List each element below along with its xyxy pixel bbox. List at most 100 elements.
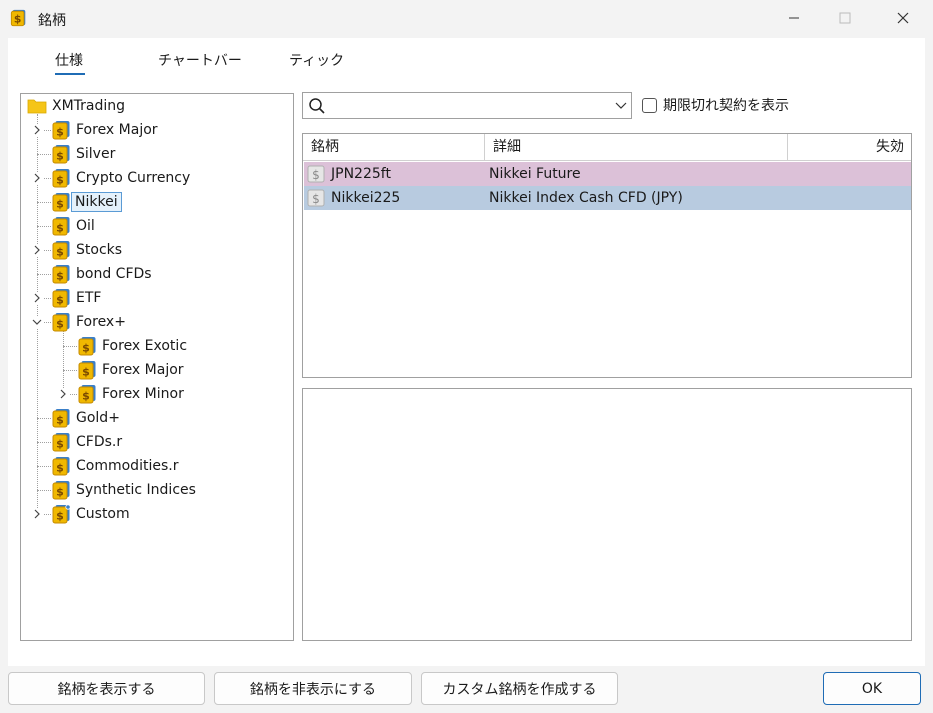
table-header: 銘柄 詳細 失効 (303, 134, 911, 161)
window-title: 銘柄 (38, 13, 66, 29)
table-row[interactable]: $ JPN225ft Nikkei Future (304, 162, 911, 186)
expand-icon[interactable] (31, 124, 43, 136)
svg-text:$: $ (312, 192, 320, 206)
tree-item[interactable]: $ Forex Minor (77, 382, 187, 406)
symbol-table[interactable]: 銘柄 詳細 失効 $ JPN225ft Nikkei Future $ Nikkei22… (302, 133, 912, 378)
tree-item-label: CFDs.r (76, 434, 123, 450)
svg-text:$: $ (56, 462, 64, 475)
tree-item[interactable]: $ Commodities.r (51, 454, 181, 478)
symbol-group-icon: $ (77, 336, 97, 356)
symbol-detail-panel (302, 388, 912, 641)
svg-text:$: $ (56, 294, 64, 307)
tab-ticks[interactable]: ティック (289, 50, 344, 70)
tree-guide-line (37, 226, 51, 227)
table-row[interactable]: $ Nikkei225 Nikkei Index Cash CFD (JPY) (304, 186, 911, 210)
tree-item-label: Forex+ (76, 314, 126, 330)
symbol-group-icon: $ (51, 288, 71, 308)
tree-item-label: Stocks (76, 242, 123, 258)
tree-item[interactable]: $ Oil (51, 214, 98, 238)
tree-item[interactable]: $ Gold+ (51, 406, 123, 430)
close-button[interactable] (880, 0, 926, 36)
symbol-group-icon: $ (51, 120, 71, 140)
custom-symbol-group-icon: $ (51, 504, 71, 524)
symbol-cell: JPN225ft (331, 166, 391, 182)
tree-item[interactable]: $ Forex+ (51, 310, 129, 334)
tree-item-label: Oil (76, 218, 95, 234)
search-icon (309, 98, 325, 114)
symbol-icon: $ (307, 189, 325, 211)
expand-icon[interactable] (57, 388, 69, 400)
symbol-tree[interactable]: XMTrading $ Forex Major $ Silver $ Crypto Curr… (20, 93, 294, 641)
symbol-group-icon: $ (51, 408, 71, 428)
column-header-expiry[interactable]: 失効 (788, 134, 904, 161)
svg-text:$: $ (56, 486, 64, 499)
show-expired-option[interactable]: 期限切れ契約を表示 (642, 95, 789, 115)
tree-root[interactable]: XMTrading (27, 94, 128, 118)
title-bar: $ 銘柄 (0, 0, 933, 38)
tree-item[interactable]: $ Forex Major (77, 358, 187, 382)
search-input[interactable] (331, 95, 611, 116)
tree-guide-line (37, 274, 51, 275)
tree-item[interactable]: $ ETF (51, 286, 104, 310)
active-tab-indicator (55, 73, 85, 75)
tree-item-label: Silver (76, 146, 116, 162)
symbol-group-icon: $ (51, 144, 71, 164)
svg-text:$: $ (56, 414, 64, 427)
search-combobox[interactable] (302, 92, 632, 119)
hide-symbol-button[interactable]: 銘柄を非表示にする (214, 672, 412, 705)
tree-item-label: Synthetic Indices (76, 482, 196, 498)
show-symbol-button[interactable]: 銘柄を表示する (8, 672, 205, 705)
tree-item[interactable]: $ Crypto Currency (51, 166, 193, 190)
tree-item[interactable]: $ Forex Exotic (77, 334, 190, 358)
tree-root-label: XMTrading (52, 98, 126, 114)
column-header-description[interactable]: 詳細 (485, 134, 521, 161)
expand-icon[interactable] (31, 244, 43, 256)
tree-item-label: Forex Major (76, 122, 158, 138)
tree-item-label: Gold+ (76, 410, 120, 426)
close-icon (897, 12, 909, 24)
svg-text:$: $ (82, 390, 90, 403)
maximize-button[interactable] (822, 0, 868, 36)
tree-item[interactable]: $ Stocks (51, 238, 125, 262)
tree-item[interactable]: $ Nikkei (51, 190, 122, 214)
create-custom-symbol-button[interactable]: カスタム銘柄を作成する (421, 672, 618, 705)
tree-item[interactable]: $ Custom (51, 502, 133, 526)
expand-icon[interactable] (31, 172, 43, 184)
symbol-group-icon: $ (51, 432, 71, 452)
svg-text:$: $ (56, 270, 64, 283)
tree-item-label: bond CFDs (76, 266, 152, 282)
show-expired-checkbox[interactable] (642, 97, 657, 113)
tree-item-label: Crypto Currency (76, 170, 191, 186)
symbols-app-icon: $ (10, 9, 26, 27)
svg-text:$: $ (56, 222, 64, 235)
tree-item[interactable]: $ bond CFDs (51, 262, 155, 286)
folder-icon (27, 96, 47, 116)
svg-text:$: $ (14, 13, 22, 26)
symbol-group-icon: $ (51, 456, 71, 476)
minimize-button[interactable] (771, 0, 817, 36)
tree-guide-line (37, 466, 51, 467)
dialog-content: 仕様 チャートバー ティック XMTrading $ Forex Major $ Sil… (8, 38, 925, 666)
svg-text:$: $ (56, 126, 64, 139)
svg-text:$: $ (56, 318, 64, 331)
svg-text:$: $ (82, 366, 90, 379)
tree-item[interactable]: $ Synthetic Indices (51, 478, 199, 502)
tree-item-label: Forex Exotic (102, 338, 188, 354)
chevron-down-icon[interactable] (615, 101, 627, 111)
symbol-icon: $ (307, 165, 325, 187)
tab-chart-bars[interactable]: チャートバー (158, 50, 242, 70)
tree-guide-line (37, 490, 51, 491)
tree-item[interactable]: $ Forex Major (51, 118, 161, 142)
tree-guide-line (37, 154, 51, 155)
collapse-icon[interactable] (31, 316, 43, 328)
tab-specification[interactable]: 仕様 (55, 50, 83, 70)
tree-item[interactable]: $ CFDs.r (51, 430, 125, 454)
symbol-group-icon: $ (51, 480, 71, 500)
expand-icon[interactable] (31, 508, 43, 520)
svg-text:$: $ (56, 150, 64, 163)
expand-icon[interactable] (31, 292, 43, 304)
tree-guide-line (37, 442, 51, 443)
column-header-symbol[interactable]: 銘柄 (303, 134, 339, 161)
tree-item[interactable]: $ Silver (51, 142, 118, 166)
ok-button[interactable]: OK (823, 672, 921, 705)
